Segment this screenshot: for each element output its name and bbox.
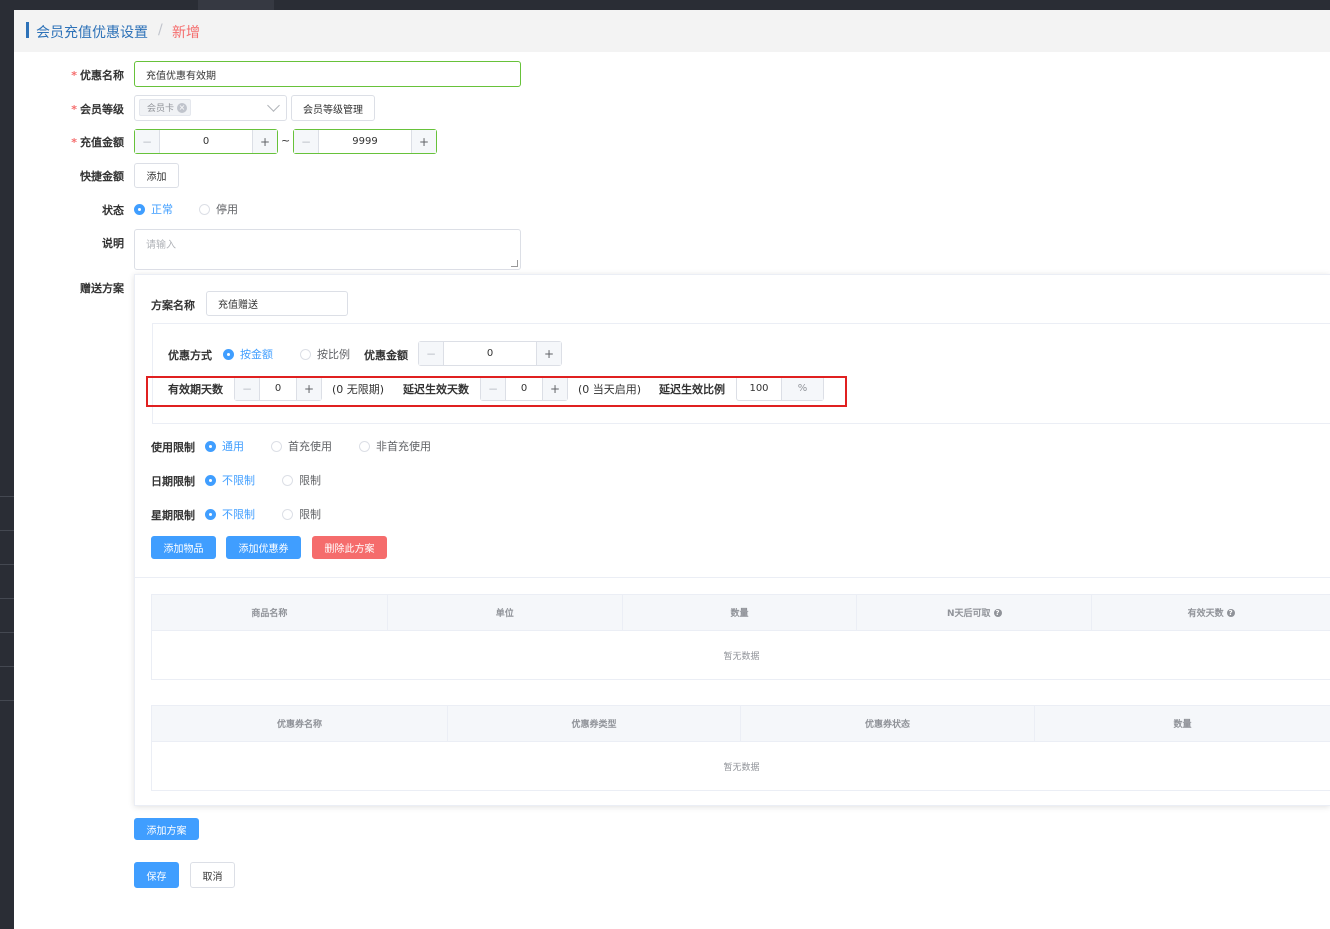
level-label: * 会员等级 <box>71 103 124 116</box>
breadcrumb-current: 新增 <box>172 25 200 41</box>
close-icon[interactable]: × <box>177 102 188 113</box>
discount-mode-radio-amount[interactable]: 按金额 <box>223 346 273 362</box>
nav-divider <box>0 530 14 531</box>
coupon-table-empty: 暂无数据 <box>723 763 760 773</box>
coupon-col-type: 优惠券类型 <box>448 706 741 741</box>
breadcrumb-separator: / <box>158 22 163 38</box>
gift-plan-card: 方案名称 充值赠送 优惠方式 按金额 按比例 优惠金额 − 0 + 有效期天数 … <box>134 274 1330 806</box>
level-tag: 会员卡 × <box>139 99 192 116</box>
week-radio-unlimited[interactable]: 不限制 <box>205 506 255 522</box>
minus-icon[interactable]: − <box>294 130 319 153</box>
breadcrumb: 会员充值优惠设置 / 新增 <box>14 10 1330 52</box>
amount-max-stepper[interactable]: − 9999 + <box>293 129 437 154</box>
plus-icon[interactable]: + <box>252 130 277 153</box>
highlight-box <box>146 376 847 407</box>
nav-divider <box>0 564 14 565</box>
usage-radio-non-first[interactable]: 非首充使用 <box>359 438 431 454</box>
status-radio-normal[interactable]: 正常 <box>134 201 173 217</box>
name-input[interactable]: 充值优惠有效期 <box>134 61 521 87</box>
date-limit-label: 日期限制 <box>151 475 195 488</box>
plus-icon[interactable]: + <box>411 130 436 153</box>
goods-table: 商品名称 单位 数量 N天后可取? 有效天数? 暂无数据 <box>151 594 1330 680</box>
help-icon[interactable]: ? <box>1226 608 1235 617</box>
coupon-col-qty: 数量 <box>1035 706 1330 741</box>
add-coupon-button[interactable]: 添加优惠券 <box>226 536 301 559</box>
week-limit-label: 星期限制 <box>151 509 195 522</box>
coupon-col-status: 优惠券状态 <box>741 706 1035 741</box>
top-bar <box>0 0 1330 10</box>
discount-mode-radio-ratio[interactable]: 按比例 <box>300 346 350 362</box>
cancel-button[interactable]: 取消 <box>190 862 235 888</box>
coupon-table: 优惠券名称 优惠券类型 优惠券状态 数量 暂无数据 <box>151 705 1330 791</box>
help-icon[interactable]: ? <box>993 608 1002 617</box>
coupon-table-header: 优惠券名称 优惠券类型 优惠券状态 数量 <box>152 706 1330 742</box>
left-nav-strip <box>0 10 14 929</box>
nav-divider <box>0 666 14 667</box>
nav-divider <box>0 496 14 497</box>
discount-mode-label: 优惠方式 <box>168 349 212 362</box>
discount-amount-label: 优惠金额 <box>364 349 408 362</box>
nav-divider <box>0 632 14 633</box>
save-button[interactable]: 保存 <box>134 862 179 888</box>
desc-textarea[interactable]: 请输入 <box>134 229 521 270</box>
usage-radio-general[interactable]: 通用 <box>205 438 244 454</box>
desc-label: 说明 <box>102 237 124 250</box>
goods-col-valid-days: 有效天数? <box>1092 595 1330 630</box>
goods-col-qty: 数量 <box>623 595 858 630</box>
discount-amount-stepper[interactable]: − 0 + <box>418 341 562 366</box>
delete-plan-button[interactable]: 删除此方案 <box>312 536 387 559</box>
plus-icon[interactable]: + <box>536 342 561 365</box>
goods-col-n-days: N天后可取? <box>857 595 1093 630</box>
section-divider <box>135 577 1330 578</box>
add-plan-button[interactable]: 添加方案 <box>134 818 199 840</box>
plan-discount-box: 优惠方式 按金额 按比例 优惠金额 − 0 + 有效期天数 − 0 + (0 无… <box>152 323 1330 424</box>
minus-icon[interactable]: − <box>135 130 160 153</box>
goods-col-name: 商品名称 <box>152 595 388 630</box>
amount-min-stepper[interactable]: − 0 + <box>134 129 278 154</box>
top-bar-segment <box>198 0 274 10</box>
coupon-col-name: 优惠券名称 <box>152 706 448 741</box>
amount-label: * 充值金额 <box>71 136 124 149</box>
name-label: * 优惠名称 <box>71 69 124 82</box>
date-radio-limited[interactable]: 限制 <box>282 472 321 488</box>
resize-handle[interactable] <box>511 260 518 267</box>
usage-radio-first[interactable]: 首充使用 <box>271 438 332 454</box>
amount-tilde: ~ <box>281 134 291 147</box>
breadcrumb-parent-link[interactable]: 会员充值优惠设置 <box>36 22 148 42</box>
gift-plan-label: 赠送方案 <box>80 282 124 295</box>
goods-table-empty: 暂无数据 <box>723 652 760 662</box>
plan-name-input[interactable]: 充值赠送 <box>206 291 348 316</box>
quick-amount-add-button[interactable]: 添加 <box>134 163 179 188</box>
goods-col-unit: 单位 <box>388 595 623 630</box>
nav-divider <box>0 598 14 599</box>
plan-name-label: 方案名称 <box>151 299 195 312</box>
nav-divider <box>0 700 14 701</box>
add-goods-button[interactable]: 添加物品 <box>151 536 216 559</box>
status-label: 状态 <box>102 204 124 217</box>
breadcrumb-accent-bar <box>26 22 29 38</box>
minus-icon[interactable]: − <box>419 342 444 365</box>
level-manage-button[interactable]: 会员等级管理 <box>291 95 375 121</box>
week-radio-limited[interactable]: 限制 <box>282 506 321 522</box>
status-radio-disabled[interactable]: 停用 <box>199 201 238 217</box>
usage-limit-label: 使用限制 <box>151 441 195 454</box>
quick-amount-label: 快捷金额 <box>80 170 124 183</box>
date-radio-unlimited[interactable]: 不限制 <box>205 472 255 488</box>
goods-table-header: 商品名称 单位 数量 N天后可取? 有效天数? <box>152 595 1330 631</box>
